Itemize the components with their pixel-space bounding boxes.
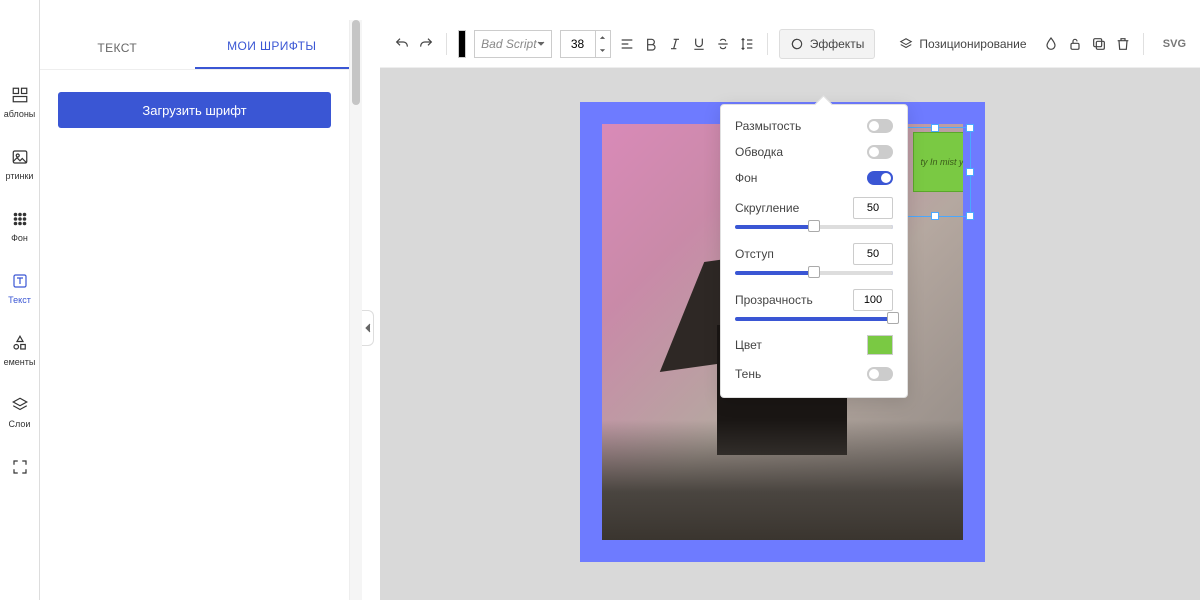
unlock-button[interactable] xyxy=(1067,30,1083,58)
opacity-button[interactable] xyxy=(1043,30,1059,58)
strike-button[interactable] xyxy=(715,30,731,58)
opacity-label: Прозрачность xyxy=(735,293,813,307)
collapse-panel-button[interactable] xyxy=(362,310,374,346)
layers-icon xyxy=(899,37,913,51)
padding-label: Отступ xyxy=(735,247,774,261)
selection-box[interactable] xyxy=(899,127,971,217)
upload-font-button[interactable]: Загрузить шрифт xyxy=(58,92,331,128)
padding-input[interactable] xyxy=(853,243,893,265)
font-family-value: Bad Script xyxy=(481,37,536,51)
fullscreen-icon xyxy=(10,457,30,477)
resize-handle-br[interactable] xyxy=(966,212,974,220)
tab-myfonts[interactable]: МОИ ШРИФТЫ xyxy=(195,25,350,69)
resize-handle-tr[interactable] xyxy=(966,124,974,132)
rail-images[interactable]: ртинки xyxy=(0,147,40,181)
editor-area: Bad Script Эффекты Позиционирование xyxy=(380,20,1200,600)
radius-slider[interactable] xyxy=(735,225,893,229)
effects-button[interactable]: Эффекты xyxy=(779,29,876,59)
bold-button[interactable] xyxy=(643,30,659,58)
duplicate-button[interactable] xyxy=(1091,30,1107,58)
text-toolbar: Bad Script Эффекты Позиционирование xyxy=(380,20,1200,68)
radius-label: Скругление xyxy=(735,201,799,215)
blur-label: Размытость xyxy=(735,119,801,133)
color-label: Цвет xyxy=(735,338,762,352)
effects-icon xyxy=(790,37,804,51)
shapes-icon xyxy=(10,333,30,353)
templates-icon xyxy=(10,85,30,105)
text-icon xyxy=(10,271,30,291)
tab-text[interactable]: ТЕКСТ xyxy=(40,27,195,69)
font-size-input[interactable] xyxy=(561,37,595,51)
bg-color-swatch[interactable] xyxy=(867,335,893,355)
panel-tabs: ТЕКСТ МОИ ШРИФТЫ xyxy=(40,20,349,70)
font-size-stepper[interactable] xyxy=(560,30,611,58)
shadow-toggle[interactable] xyxy=(867,367,893,381)
blur-toggle[interactable] xyxy=(867,119,893,133)
opacity-input[interactable] xyxy=(853,289,893,311)
rail-label: ементы xyxy=(4,357,36,367)
chevron-down-icon xyxy=(537,40,545,48)
align-button[interactable] xyxy=(619,30,635,58)
resize-handle-mb[interactable] xyxy=(931,212,939,220)
rail-label: Текст xyxy=(8,295,31,305)
background-label: Фон xyxy=(735,171,757,185)
rail-elements[interactable]: ементы xyxy=(0,333,40,367)
background-toggle[interactable] xyxy=(867,171,893,185)
undo-button[interactable] xyxy=(394,30,410,58)
underline-button[interactable] xyxy=(691,30,707,58)
panel-scrollbar[interactable] xyxy=(350,20,362,600)
shadow-label: Тень xyxy=(735,367,761,381)
canvas-stage[interactable]: ty In mist y Размытость Обводка xyxy=(380,68,1200,600)
radius-input[interactable] xyxy=(853,197,893,219)
size-down-button[interactable] xyxy=(596,44,610,57)
rail-layers[interactable]: Слои xyxy=(0,395,40,429)
delete-button[interactable] xyxy=(1115,30,1131,58)
resize-handle-mr[interactable] xyxy=(966,168,974,176)
redo-button[interactable] xyxy=(418,30,434,58)
position-button[interactable]: Позиционирование xyxy=(891,29,1034,59)
opacity-slider[interactable] xyxy=(735,317,893,321)
effects-popover: Размытость Обводка Фон Скругление Отступ xyxy=(720,104,908,398)
rail-templates[interactable]: аблоны xyxy=(0,85,40,119)
stroke-label: Обводка xyxy=(735,145,783,159)
left-rail: аблоны ртинки Фон Текст ементы Слои xyxy=(0,0,40,600)
rail-label: Фон xyxy=(11,233,28,243)
rail-background[interactable]: Фон xyxy=(0,209,40,243)
rail-label: ртинки xyxy=(6,171,34,181)
effects-label: Эффекты xyxy=(810,37,865,51)
svg-export-button[interactable]: SVG xyxy=(1163,38,1186,50)
italic-button[interactable] xyxy=(667,30,683,58)
rail-fullscreen[interactable] xyxy=(0,457,40,477)
grid-icon xyxy=(10,209,30,229)
line-height-button[interactable] xyxy=(739,30,755,58)
size-up-button[interactable] xyxy=(596,31,610,44)
padding-slider[interactable] xyxy=(735,271,893,275)
fonts-panel: ТЕКСТ МОИ ШРИФТЫ Загрузить шрифт xyxy=(40,20,350,600)
stroke-toggle[interactable] xyxy=(867,145,893,159)
rail-label: Слои xyxy=(9,419,31,429)
layers-icon xyxy=(10,395,30,415)
text-color-swatch[interactable] xyxy=(458,30,466,58)
image-icon xyxy=(10,147,30,167)
rail-text[interactable]: Текст xyxy=(0,271,40,305)
position-label: Позиционирование xyxy=(919,37,1026,51)
resize-handle-mt[interactable] xyxy=(931,124,939,132)
font-family-select[interactable]: Bad Script xyxy=(474,30,551,58)
rail-label: аблоны xyxy=(4,109,36,119)
scroll-thumb[interactable] xyxy=(352,20,360,105)
